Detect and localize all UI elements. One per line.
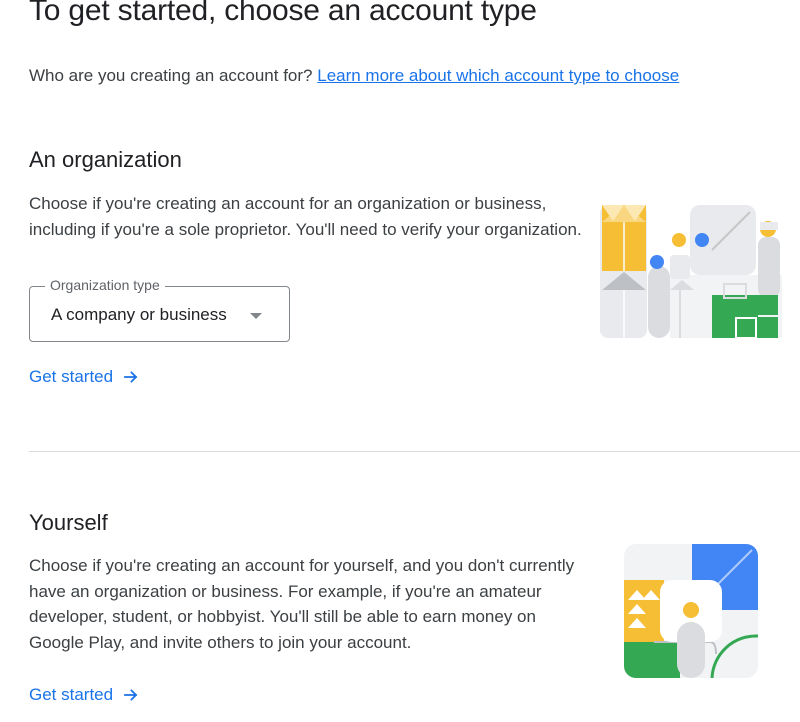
yourself-illustration <box>624 544 758 678</box>
section-divider <box>29 451 800 452</box>
arrow-right-icon <box>124 371 138 383</box>
yourself-section-title: Yourself <box>29 510 108 535</box>
organization-type-label: Organization type <box>45 277 165 293</box>
organization-illustration <box>600 204 782 339</box>
page-title: To get started, choose an account type <box>29 0 537 27</box>
arrow-right-icon <box>124 689 138 701</box>
organization-type-value: A company or business <box>51 305 227 324</box>
organization-get-started-label: Get started <box>29 367 114 386</box>
organization-type-select[interactable]: Organization type A company or business <box>29 277 290 342</box>
organization-description: Choose if you're creating an account for… <box>29 194 582 239</box>
chevron-down-icon <box>250 313 262 319</box>
yourself-get-started-button[interactable]: Get started <box>29 685 139 705</box>
organization-section-title: An organization <box>29 147 182 172</box>
learn-more-link[interactable]: Learn more about which account type to c… <box>317 66 679 85</box>
intro-text: Who are you creating an account for? Lea… <box>29 66 679 86</box>
organization-get-started-button[interactable]: Get started <box>29 367 139 387</box>
yourself-description: Choose if you're creating an account for… <box>29 556 575 652</box>
intro-question: Who are you creating an account for? <box>29 66 313 85</box>
yourself-get-started-label: Get started <box>29 685 114 704</box>
